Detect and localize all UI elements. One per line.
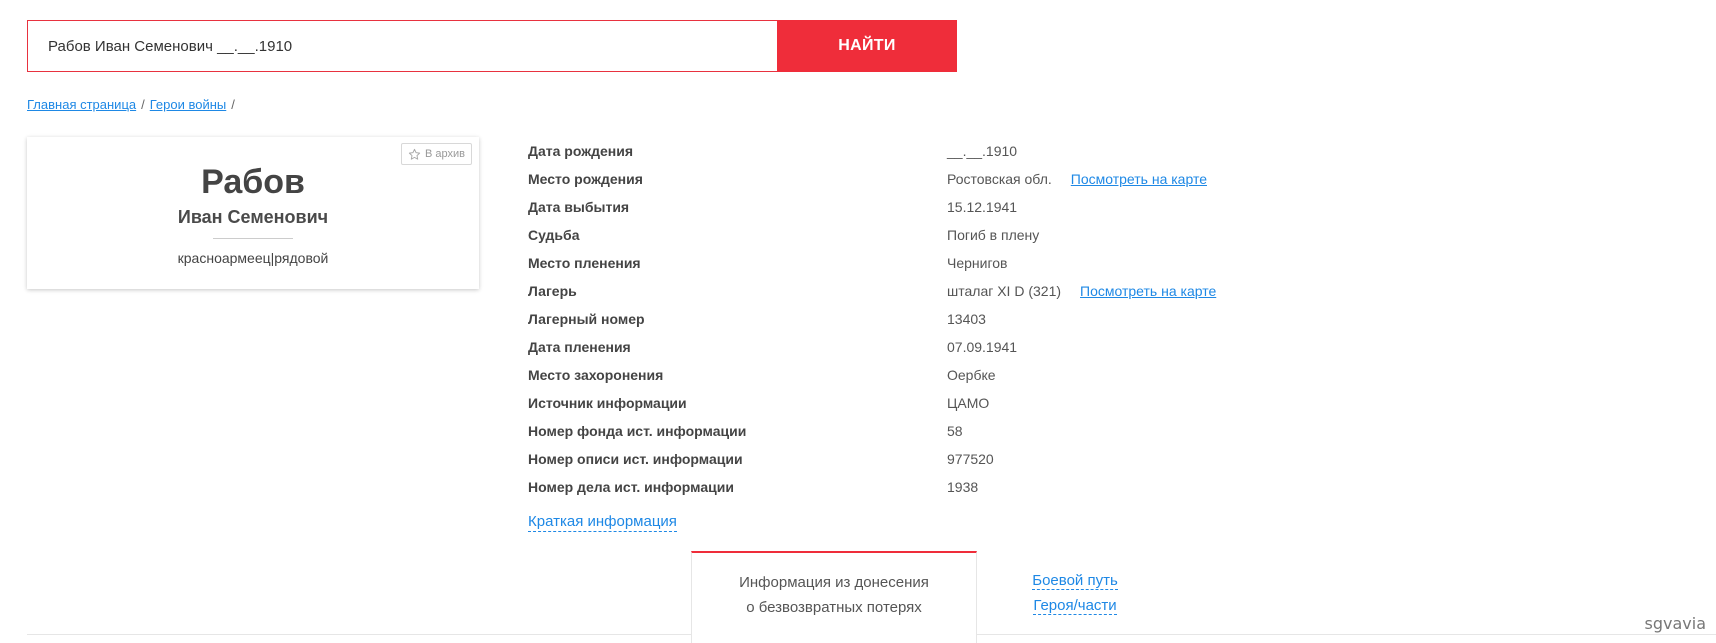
detail-row-departure-date: Дата выбытия 15.12.1941 (528, 193, 1288, 221)
birth-place-map-link[interactable]: Посмотреть на карте (1071, 171, 1207, 187)
star-icon (408, 148, 421, 160)
tab-label-line: Героя/части (1033, 597, 1117, 615)
detail-value: шталаг XI D (321) (947, 283, 1062, 299)
detail-row-birth-date: Дата рождения __.__.1910 (528, 137, 1288, 165)
breadcrumb-heroes-link[interactable]: Герои войны (150, 97, 227, 112)
detail-value: ЦАМО (947, 395, 990, 411)
breadcrumb-home-link[interactable]: Главная страница (27, 97, 136, 112)
archive-button[interactable]: В архив (401, 143, 472, 165)
tab-combat-path[interactable]: Боевой путь Героя/части (1010, 568, 1140, 618)
detail-label: Судьба (528, 227, 580, 243)
breadcrumb-separator: / (141, 97, 145, 112)
detail-row-burial-place: Место захоронения Оербке (528, 361, 1288, 389)
tab-label-line: о безвозвратных потерях (746, 599, 922, 616)
detail-value: 13403 (947, 311, 986, 327)
detail-value: Оербке (947, 367, 996, 383)
detail-row-camp: Лагерь шталаг XI D (321) Посмотреть на кар… (528, 277, 1288, 305)
detail-label: Место пленения (528, 255, 641, 271)
breadcrumb-separator: / (231, 97, 235, 112)
detail-row-fate: Судьба Погиб в плену (528, 221, 1288, 249)
hero-divider (213, 238, 293, 239)
search-input[interactable] (27, 20, 777, 72)
detail-label: Номер фонда ист. информации (528, 423, 747, 439)
detail-value: 07.09.1941 (947, 339, 1018, 355)
detail-row-capture-date: Дата пленения 07.09.1941 (528, 333, 1288, 361)
detail-value: Чернигов (947, 255, 1008, 271)
detail-row-camp-number: Лагерный номер 13403 (528, 305, 1288, 333)
hero-name: Иван Семенович (177, 207, 329, 227)
hero-surname: Рабов (201, 163, 305, 201)
camp-map-link[interactable]: Посмотреть на карте (1080, 283, 1216, 299)
detail-label: Дата рождения (528, 143, 634, 159)
detail-value: __.__.1910 (947, 143, 1018, 159)
search-bar: НАЙТИ (27, 20, 957, 72)
detail-label: Лагерь (528, 283, 577, 299)
hero-rank: красноармеец|рядовой (177, 250, 329, 266)
detail-label: Место захоронения (528, 367, 664, 383)
archive-label: В архив (425, 148, 465, 160)
breadcrumb: Главная страница / Герои войны / (27, 97, 240, 112)
detail-row-inventory-number: Номер описи ист. информации 977520 (528, 445, 1288, 473)
detail-label: Лагерный номер (528, 311, 645, 327)
detail-value: 1938 (947, 479, 979, 495)
detail-value: 58 (947, 423, 963, 439)
detail-value: 15.12.1941 (947, 199, 1018, 215)
detail-label: Источник информации (528, 395, 687, 411)
search-button[interactable]: НАЙТИ (777, 20, 957, 72)
detail-value: Погиб в плену (947, 227, 1040, 243)
detail-row-birth-place: Место рождения Ростовская обл. Посмотреть … (528, 165, 1288, 193)
detail-row-info-source: Источник информации ЦАМО (528, 389, 1288, 417)
detail-value: 977520 (947, 451, 994, 467)
hero-details: Дата рождения __.__.1910 Место рождения Ро… (528, 137, 1288, 501)
detail-label: Дата выбытия (528, 199, 630, 215)
detail-label: Место рождения (528, 171, 643, 187)
detail-label: Номер дела ист. информации (528, 479, 734, 495)
hero-card: В архив Рабов Иван Семенович красноармее… (27, 137, 479, 289)
tab-loss-report-info[interactable]: Информация из донесения о безвозвратных … (691, 551, 977, 643)
detail-label: Номер описи ист. информации (528, 451, 743, 467)
tab-label-line: Информация из донесения (739, 574, 929, 591)
detail-row-fund-number: Номер фонда ист. информации 58 (528, 417, 1288, 445)
brief-info-link[interactable]: Краткая информация (528, 512, 677, 532)
detail-value: Ростовская обл. (947, 171, 1052, 187)
detail-row-capture-place: Место пленения Чернигов (528, 249, 1288, 277)
watermark: sgvavia (1644, 614, 1706, 633)
tab-label-line: Боевой путь (1032, 572, 1118, 590)
detail-label: Дата пленения (528, 339, 631, 355)
detail-row-case-number: Номер дела ист. информации 1938 (528, 473, 1288, 501)
